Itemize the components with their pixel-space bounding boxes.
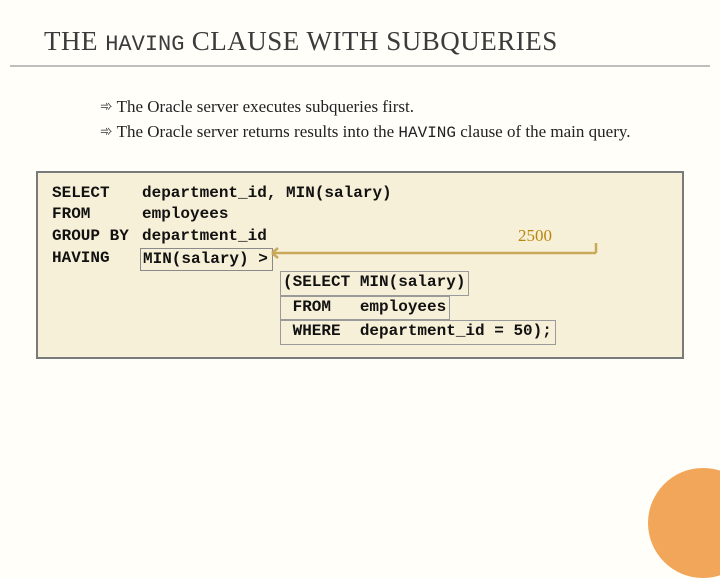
- code-line: FROM employees: [52, 296, 668, 321]
- slide-title: THE HAVING CLAUSE WITH SUBQUERIES: [10, 0, 710, 67]
- decorative-corner-circle: [648, 468, 720, 578]
- sql-keyword: SELECT: [52, 183, 142, 205]
- sql-sub-line: FROM employees: [283, 298, 446, 316]
- bullet-icon: ➾: [100, 95, 113, 120]
- sql-sub-line: (SELECT MIN(salary): [283, 273, 465, 291]
- bullet-pre: The Oracle server executes subqueries fi…: [117, 97, 414, 116]
- title-post: CLAUSE WITH SUBQUERIES: [184, 26, 557, 56]
- title-pre: THE: [44, 26, 105, 56]
- code-line: (SELECT MIN(salary): [52, 271, 668, 296]
- bullet-list: ➾ The Oracle server executes subqueries …: [100, 95, 660, 145]
- subquery-box: (SELECT MIN(salary): [280, 271, 469, 296]
- sql-rest: department_id: [142, 226, 267, 248]
- code-line: SELECTdepartment_id, MIN(salary): [52, 183, 668, 205]
- subquery-box: WHERE department_id = 50);: [280, 320, 556, 345]
- bullet-item: ➾ The Oracle server executes subqueries …: [100, 95, 660, 120]
- code-line: GROUP BYdepartment_id: [52, 226, 668, 248]
- code-line: WHERE department_id = 50);: [52, 320, 668, 345]
- code-line: FROMemployees: [52, 204, 668, 226]
- bullet-mono: HAVING: [398, 124, 456, 142]
- sql-rest: employees: [142, 204, 228, 226]
- sql-keyword: FROM: [52, 204, 142, 226]
- subquery-box: FROM employees: [280, 296, 450, 321]
- bullet-icon: ➾: [100, 120, 113, 145]
- bullet-pre: The Oracle server returns results into t…: [117, 122, 399, 141]
- bullet-post: clause of the main query.: [456, 122, 631, 141]
- sql-keyword: HAVING: [52, 248, 142, 272]
- sql-rest: department_id, MIN(salary): [142, 183, 392, 205]
- annotation-value: 2500: [518, 225, 552, 248]
- code-line: HAVINGMIN(salary) >: [52, 248, 668, 272]
- sql-having-expr: MIN(salary) >: [143, 250, 268, 268]
- title-mono: HAVING: [105, 32, 184, 57]
- sql-sub-line: WHERE department_id = 50);: [283, 322, 552, 340]
- having-expr-box: MIN(salary) >: [140, 248, 273, 272]
- bullet-text: The Oracle server returns results into t…: [117, 120, 631, 145]
- sql-keyword: GROUP BY: [52, 226, 142, 248]
- bullet-item: ➾ The Oracle server returns results into…: [100, 120, 660, 145]
- sql-code-box: SELECTdepartment_id, MIN(salary) FROMemp…: [36, 171, 684, 359]
- bullet-text: The Oracle server executes subqueries fi…: [117, 95, 414, 120]
